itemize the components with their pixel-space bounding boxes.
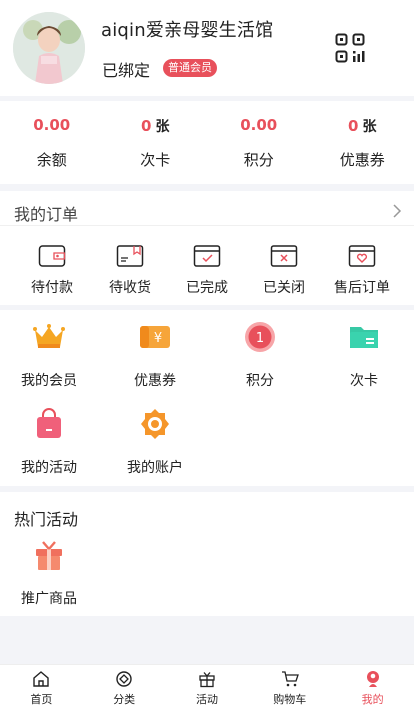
service-label: 我的账户: [127, 460, 183, 476]
order-closed-icon: [270, 245, 298, 267]
order-completed[interactable]: 已完成: [169, 243, 245, 297]
order-label: 已完成: [186, 280, 228, 296]
service-label: 我的活动: [21, 460, 77, 476]
service-times-card[interactable]: 次卡: [319, 320, 409, 390]
stat-label: 优惠券: [339, 151, 385, 169]
tab-cart[interactable]: 购物车: [248, 665, 331, 712]
category-icon: [116, 671, 132, 687]
stat-points[interactable]: 0.00 积分: [207, 101, 311, 184]
cart-icon: [281, 671, 299, 687]
coupon-icon: ¥: [140, 326, 170, 348]
crown-icon: [33, 324, 65, 348]
avatar-photo: [13, 12, 85, 84]
stat-label: 余额: [36, 151, 67, 169]
tab-label: 购物车: [273, 693, 307, 706]
order-label: 已关闭: [263, 280, 305, 296]
wallet-icon: [38, 245, 66, 267]
order-pending-receipt[interactable]: 待收货: [92, 243, 168, 297]
service-label: 优惠券: [134, 373, 176, 389]
service-label: 次卡: [350, 373, 378, 389]
service-label: 积分: [246, 373, 274, 389]
order-label: 售后订单: [334, 280, 390, 296]
stat-value: 0张: [141, 117, 170, 135]
tab-label: 首页: [30, 693, 53, 706]
hot-activities-section: 热门活动 推广商品: [0, 492, 414, 616]
order-pending-payment[interactable]: 待付款: [14, 243, 90, 297]
tab-home[interactable]: 首页: [0, 665, 83, 712]
tab-label: 我的: [361, 693, 384, 706]
service-label: 推广商品: [21, 591, 77, 607]
service-my-membership[interactable]: 我的会员: [4, 320, 94, 390]
service-my-account[interactable]: 我的账户: [110, 407, 200, 477]
account-stats: 0.00 余额 0张 次卡 0.00 积分 0张 优惠券: [0, 101, 414, 184]
tab-label: 活动: [195, 693, 218, 706]
tab-activity[interactable]: 活动: [166, 665, 249, 712]
points-medal-icon: 1: [245, 322, 275, 352]
service-label: 我的会员: [21, 373, 77, 389]
stat-label: 次卡: [140, 151, 171, 169]
services-grid: 我的会员 ¥ 优惠券 1 积分 次卡 我的活动 我的账户: [0, 310, 414, 486]
card-folder-icon: [350, 327, 378, 348]
store-name: aiqin爱亲母婴生活馆: [101, 20, 274, 41]
order-after-sale[interactable]: 售后订单: [324, 243, 400, 297]
tab-category[interactable]: 分类: [83, 665, 166, 712]
bind-status: 已绑定: [102, 61, 151, 80]
my-orders-section: 我的订单 待付款 待收货 已完成 已关闭 售后订单: [0, 191, 414, 305]
chevron-right-icon[interactable]: [392, 204, 402, 218]
order-done-icon: [193, 245, 221, 267]
home-icon: [33, 671, 50, 687]
order-closed[interactable]: 已关闭: [246, 243, 322, 297]
stat-value: 0.00: [240, 116, 278, 134]
service-my-activities[interactable]: 我的活动: [4, 407, 94, 477]
stat-value: 0.00: [33, 116, 71, 134]
member-level-badge: 普通会员: [163, 59, 217, 77]
svg-text:¥: ¥: [154, 331, 162, 346]
divider: [0, 225, 414, 226]
stat-unit: 张: [155, 119, 170, 135]
hot-item-promoted-products[interactable]: 推广商品: [4, 538, 94, 608]
gift-icon: [199, 672, 215, 688]
shopping-bag-icon: [37, 408, 61, 438]
service-coupons[interactable]: ¥ 优惠券: [110, 320, 200, 390]
svg-text:1: 1: [256, 331, 264, 346]
user-icon: [366, 671, 379, 687]
account-gear-icon: [141, 409, 169, 439]
hot-activities-title: 热门活动: [14, 510, 79, 529]
after-sale-icon: [348, 245, 376, 267]
stat-balance[interactable]: 0.00 余额: [0, 101, 104, 184]
service-points[interactable]: 1 积分: [215, 320, 305, 390]
tab-mine[interactable]: 我的: [331, 665, 414, 712]
stat-coupons[interactable]: 0张 优惠券: [311, 101, 414, 184]
gift-box-icon: [36, 541, 62, 570]
orders-title[interactable]: 我的订单: [14, 201, 78, 225]
tab-label: 分类: [113, 693, 136, 706]
order-label: 待收货: [109, 280, 151, 296]
order-label: 待付款: [31, 280, 73, 296]
avatar[interactable]: [13, 12, 85, 84]
stat-label: 积分: [243, 151, 274, 169]
stat-value: 0张: [348, 117, 377, 135]
bottom-tab-bar: 首页 分类 活动 购物车 我的: [0, 664, 414, 712]
profile-header: aiqin爱亲母婴生活馆 已绑定 普通会员: [0, 0, 414, 96]
stat-unit: 张: [362, 119, 377, 135]
qr-code-icon[interactable]: [335, 33, 365, 63]
stat-times-card[interactable]: 0张 次卡: [104, 101, 208, 184]
package-icon: [116, 245, 144, 267]
